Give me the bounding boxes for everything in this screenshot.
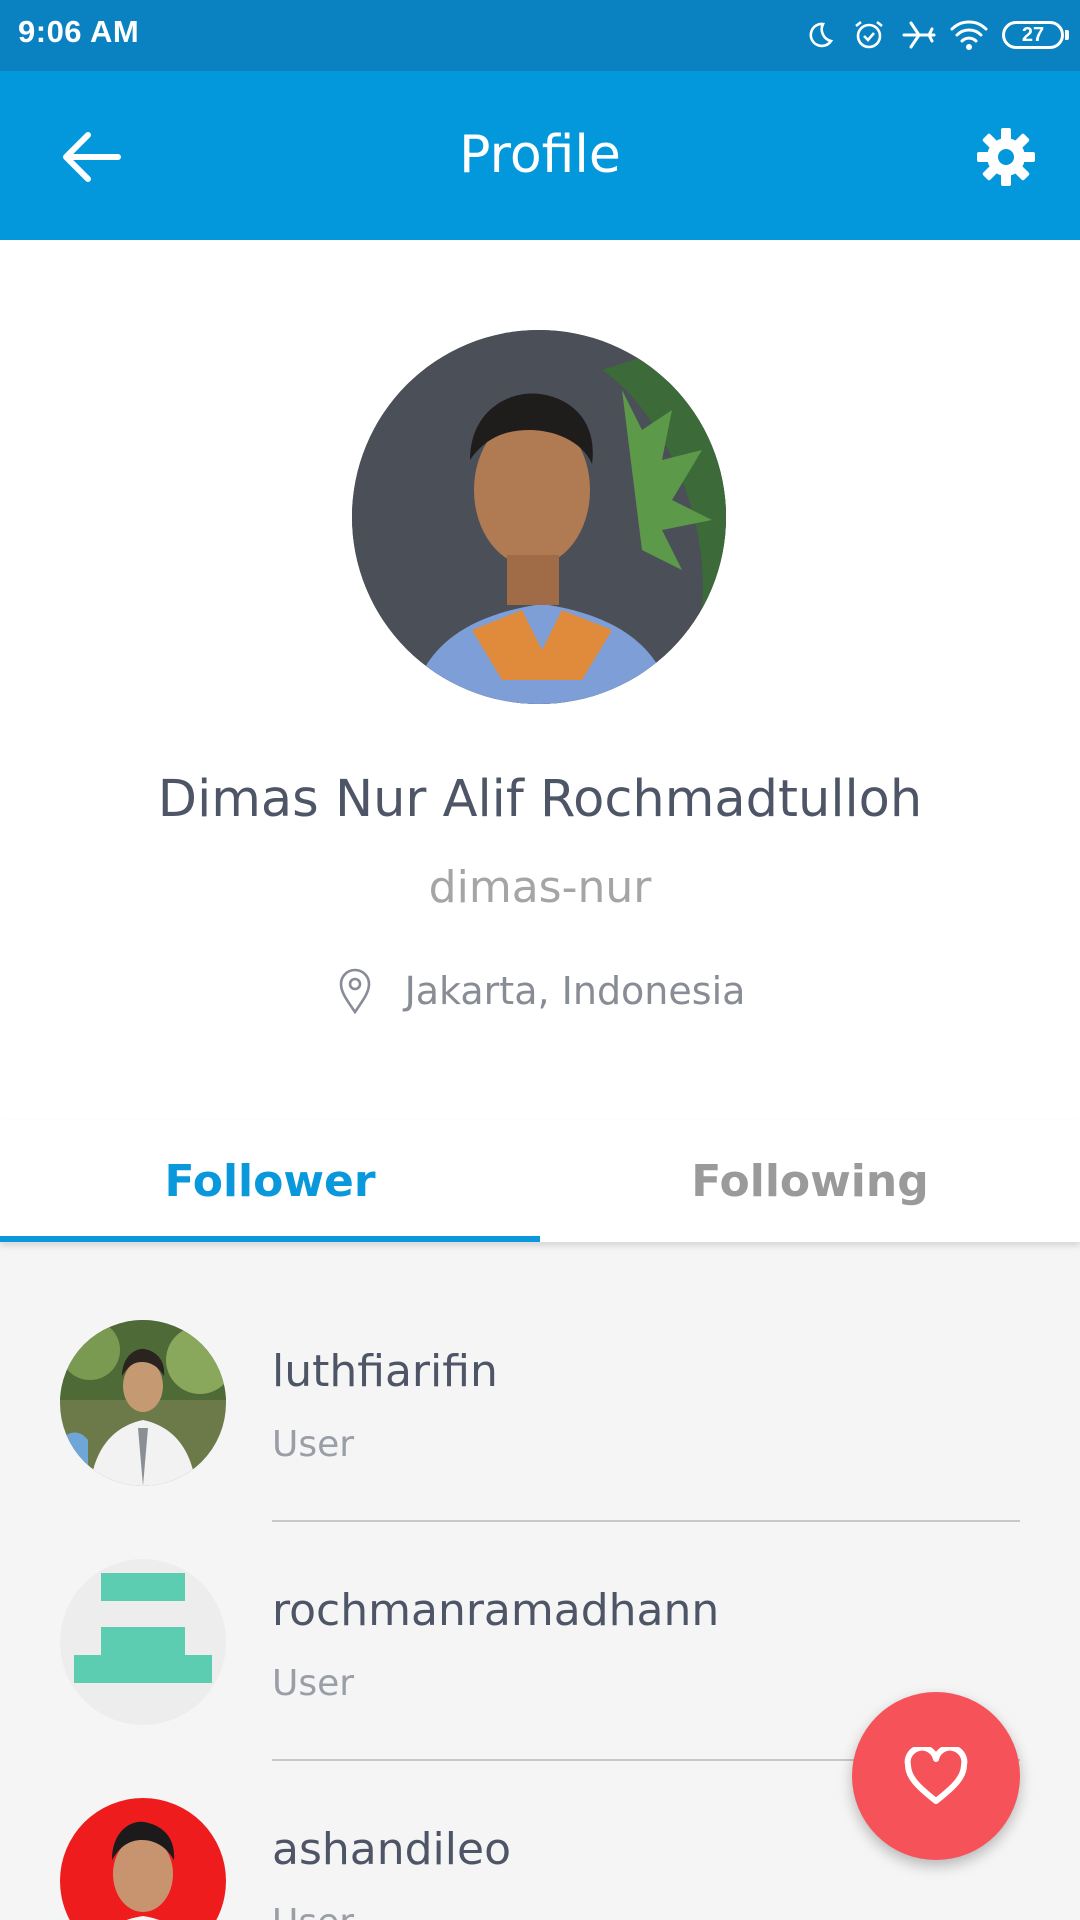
location-pin-icon xyxy=(335,966,375,1016)
airplane-icon xyxy=(900,16,938,54)
alarm-icon xyxy=(850,16,888,54)
follower-role: User xyxy=(272,1424,355,1465)
status-bar: 9:06 AM 27 xyxy=(0,0,1080,71)
tab-follower[interactable]: Follower xyxy=(0,1120,540,1242)
avatar xyxy=(60,1559,226,1725)
list-item[interactable]: luthfiarifin User xyxy=(0,1242,1080,1522)
follower-name: rochmanramadhann xyxy=(272,1585,720,1636)
avatar xyxy=(60,1798,226,1920)
profile-location: Jakarta, Indonesia xyxy=(0,966,1080,1016)
battery-icon: 27 xyxy=(1002,21,1069,49)
settings-button[interactable] xyxy=(968,119,1044,195)
favorite-fab[interactable] xyxy=(852,1692,1020,1860)
profile-avatar xyxy=(352,330,726,704)
tab-following[interactable]: Following xyxy=(540,1120,1080,1242)
wifi-icon xyxy=(950,16,988,54)
status-icons: 27 xyxy=(788,16,1069,54)
page-title: Profile xyxy=(459,125,621,185)
tab-bar: Follower Following xyxy=(0,1120,1080,1242)
follower-role: User xyxy=(272,1663,355,1704)
follower-role: User xyxy=(272,1902,354,1920)
location-text: Jakarta, Indonesia xyxy=(404,969,746,1013)
app-bar: Profile xyxy=(0,71,1080,240)
follower-name: ashandileo xyxy=(272,1824,511,1875)
heart-icon xyxy=(904,1747,968,1804)
follower-name: luthfiarifin xyxy=(272,1346,498,1397)
profile-username: dimas-nur xyxy=(428,862,652,913)
avatar xyxy=(60,1320,226,1486)
moon-icon xyxy=(800,16,838,54)
gear-icon xyxy=(977,128,1035,186)
battery-level: 27 xyxy=(1021,23,1045,46)
list-item[interactable]: rochmanramadhann User xyxy=(0,1481,1080,1761)
status-time: 9:06 AM xyxy=(18,14,140,49)
tab-indicator xyxy=(0,1236,540,1242)
profile-name: Dimas Nur Alif Rochmadtulloh xyxy=(157,770,923,829)
